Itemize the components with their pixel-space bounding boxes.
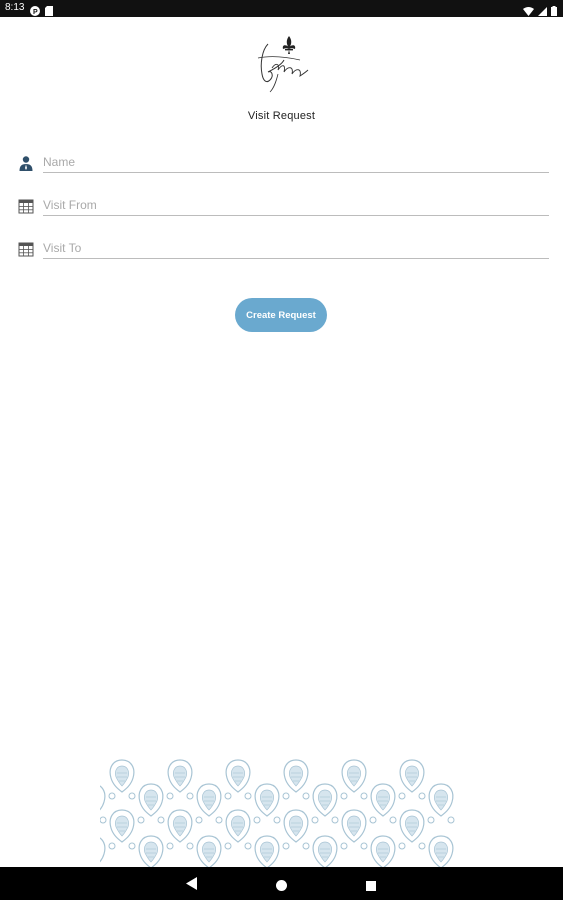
name-underline	[43, 172, 549, 173]
status-icons-right	[523, 3, 557, 21]
calendar-icon	[18, 198, 34, 214]
visit-to-underline	[43, 258, 549, 259]
wifi-icon	[523, 3, 534, 21]
notification-p-icon: P	[30, 3, 40, 21]
status-time: 8:13	[5, 2, 25, 13]
person-icon	[18, 155, 34, 171]
svg-text:P: P	[33, 9, 38, 16]
navigation-bar	[0, 867, 563, 900]
visit-to-input[interactable]: Visit To	[43, 241, 81, 255]
back-icon[interactable]	[186, 877, 198, 895]
visit-from-field[interactable]: Visit From	[18, 190, 549, 224]
decorative-pattern	[100, 758, 465, 868]
visit-from-input[interactable]: Visit From	[43, 198, 97, 212]
page-title: Visit Request	[247, 110, 316, 122]
signal-icon	[538, 3, 547, 21]
home-icon[interactable]	[276, 878, 287, 896]
create-request-button[interactable]: Create Request	[235, 298, 327, 332]
status-icons-left: P	[30, 3, 53, 21]
battery-icon	[551, 3, 557, 21]
name-field[interactable]: Name	[18, 147, 549, 181]
name-input[interactable]: Name	[43, 155, 75, 169]
visit-to-field[interactable]: Visit To	[18, 233, 549, 267]
calendar-icon	[18, 241, 34, 257]
visit-from-underline	[43, 215, 549, 216]
recents-icon[interactable]	[366, 878, 376, 896]
brand-logo-icon	[248, 30, 318, 94]
status-bar: 8:13 P	[0, 0, 563, 17]
sd-card-icon	[45, 3, 53, 21]
